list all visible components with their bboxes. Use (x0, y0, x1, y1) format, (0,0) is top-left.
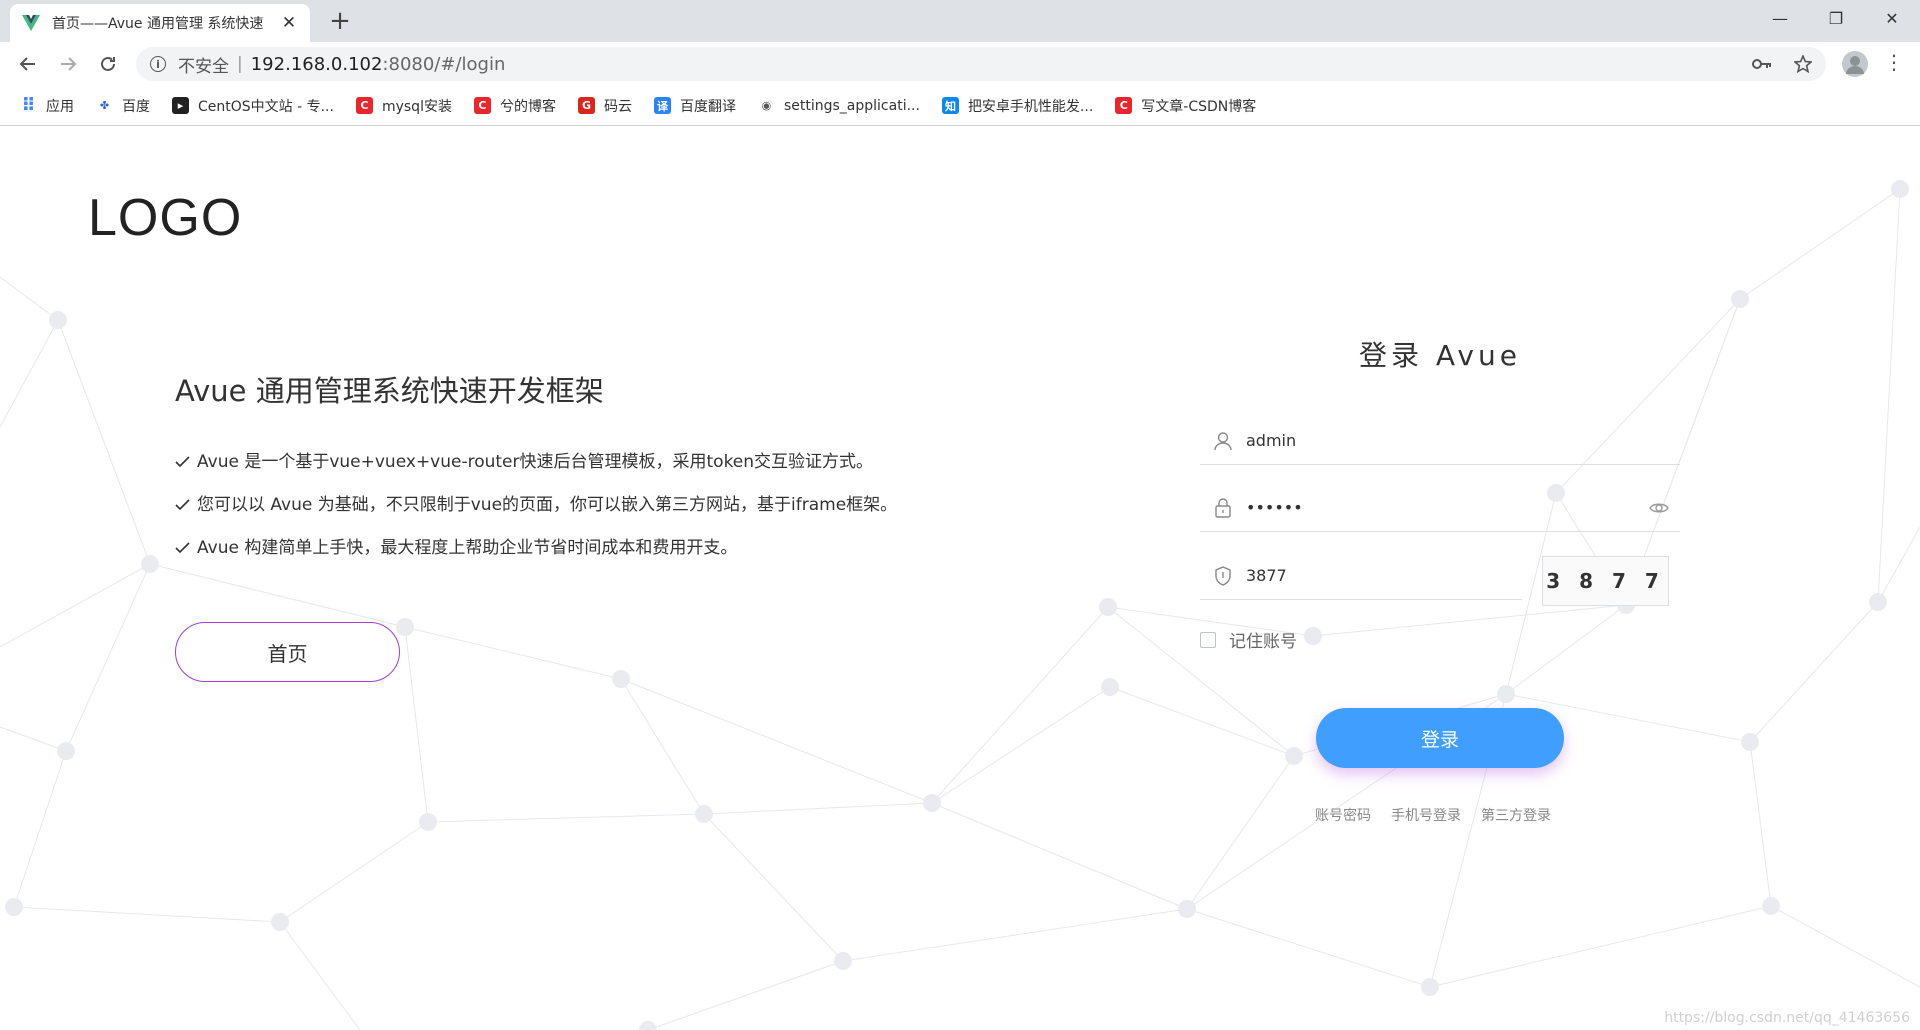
bookmark-label: 码云 (603, 98, 632, 115)
csdn-icon: C (355, 97, 373, 114)
bookmark-item[interactable]: 译百度翻译 (653, 96, 736, 116)
csdn-icon: C (1115, 97, 1133, 114)
check-icon (175, 456, 190, 468)
intro-item: Avue 是一个基于vue+vuex+vue-router快速后台管理模板，采用… (175, 452, 897, 495)
bookmark-label: 兮的博客 (499, 98, 556, 115)
bookmark-item[interactable]: Cmysql安装 (355, 96, 452, 116)
address-bar[interactable]: i 不安全 | 192.168.0.102 :8080/#/login (136, 47, 1826, 81)
intro-item-text: Avue 构建简单上手快，最大程度上帮助企业节省时间成本和费用开支。 (197, 538, 738, 558)
translate-icon: 译 (653, 97, 671, 114)
baidu-paw-icon: ✤ (99, 99, 110, 112)
login-method-links: 账号密码 手机号登录 第三方登录 (1315, 805, 1551, 825)
vue-logo-icon (22, 15, 40, 31)
watermark: https://blog.csdn.net/qq_41463656 (1664, 1010, 1910, 1026)
username-field[interactable] (1200, 417, 1680, 465)
restore-icon[interactable]: ❐ (1808, 0, 1864, 36)
bookmark-item[interactable]: C 兮的博客 (473, 96, 556, 116)
bookmark-label: 百度翻译 (679, 98, 736, 115)
browser-menu-icon[interactable]: ⋮ (1884, 50, 1904, 74)
username-input[interactable] (1246, 431, 1680, 450)
profile-avatar-icon[interactable] (1842, 51, 1868, 77)
show-password-icon[interactable] (1648, 497, 1670, 519)
intro-item: Avue 构建简单上手快，最大程度上帮助企业节省时间成本和费用开支。 (175, 538, 897, 581)
csdn-icon: C (473, 97, 491, 114)
link-account-password[interactable]: 账号密码 (1315, 805, 1371, 825)
bookmark-item[interactable]: ▸ CentOS中文站 - 专... (172, 96, 334, 116)
bookmark-label: 把安卓手机性能发... (967, 98, 1094, 115)
browser-tab-strip: 首页——Avue 通用管理 系统快速 ✕ + — ❐ ✕ (0, 0, 1920, 42)
captcha-image[interactable]: 3 8 7 7 (1542, 556, 1669, 606)
insecure-label: 不安全 (178, 56, 229, 77)
bookmark-label: CentOS中文站 - 专... (198, 98, 334, 115)
bookmark-star-icon[interactable] (1794, 55, 1812, 73)
bookmark-label: settings_applicati... (783, 97, 920, 114)
url-path: :8080/#/login (382, 53, 506, 75)
bookmarks-bar: ⠿ 应用 ✤ 百度 ▸ CentOS中文站 - 专... Cmysql安装 C 兮的博客 G 码云译… (0, 86, 1920, 126)
gitee-icon: G (577, 97, 595, 114)
link-third-party-login[interactable]: 第三方登录 (1481, 805, 1551, 825)
bookmark-item[interactable]: G 码云 (577, 96, 632, 116)
intro-item-text: 您可以以 Avue 为基础，不只限制于vue的页面，你可以嵌入第三方网站，基于i… (197, 495, 898, 515)
password-input[interactable] (1246, 498, 1648, 517)
check-icon (175, 499, 190, 511)
remember-checkbox[interactable] (1200, 631, 1216, 648)
intro-list: Avue 是一个基于vue+vuex+vue-router快速后台管理模板，采用… (175, 452, 897, 581)
window-controls: — ❐ ✕ (1752, 0, 1920, 36)
terminal-icon: ▸ (172, 97, 189, 114)
bookmark-item[interactable]: ⠿ 应用 (20, 95, 74, 116)
password-field[interactable] (1200, 484, 1680, 532)
intro-title: Avue 通用管理系统快速开发框架 (175, 374, 604, 408)
bookmark-label: 写文章-CSDN博客 (1141, 98, 1257, 115)
login-button[interactable]: 登录 (1316, 708, 1564, 768)
tab-title: 首页——Avue 通用管理 系统快速 (52, 16, 264, 32)
apps-grid-icon: ⠿ (21, 95, 36, 116)
lock-icon (1212, 497, 1234, 519)
login-title: 登录 Avue (1359, 339, 1521, 372)
captcha-input[interactable] (1246, 566, 1522, 585)
link-phone-login[interactable]: 手机号登录 (1391, 805, 1461, 825)
forward-icon[interactable] (54, 50, 82, 78)
minimize-icon[interactable]: — (1752, 0, 1808, 36)
url-separator: | (237, 54, 243, 74)
bookmark-item[interactable]: ✤ 百度 (96, 96, 150, 116)
back-icon[interactable] (14, 50, 42, 78)
browser-tab[interactable]: 首页——Avue 通用管理 系统快速 ✕ (10, 4, 310, 42)
url-host: 192.168.0.102 (250, 53, 383, 75)
bookmark-label: mysql安装 (381, 98, 452, 115)
reload-icon[interactable] (94, 50, 122, 78)
globe-icon: ◉ (761, 99, 772, 112)
check-icon (175, 542, 190, 554)
tab-close-icon[interactable]: ✕ (280, 13, 298, 33)
intro-item-text: Avue 是一个基于vue+vuex+vue-router快速后台管理模板，采用… (197, 452, 874, 472)
intro-item: 您可以以 Avue 为基础，不只限制于vue的页面，你可以嵌入第三方网站，基于i… (175, 495, 897, 538)
window-close-icon[interactable]: ✕ (1864, 0, 1920, 36)
new-tab-icon[interactable]: + (325, 6, 355, 36)
address-bar-actions (1752, 47, 1812, 81)
bookmark-item[interactable]: ◉ settings_applicati... (758, 97, 920, 114)
remember-account[interactable]: 记住账号 (1200, 627, 1297, 652)
bookmark-label: 百度 (122, 98, 150, 115)
key-icon[interactable] (1752, 58, 1772, 70)
bookmark-item[interactable]: C 写文章-CSDN博客 (1115, 96, 1256, 116)
zhihu-icon: 知 (941, 97, 959, 114)
remember-label: 记住账号 (1229, 632, 1297, 652)
user-icon (1212, 430, 1234, 452)
captcha-field[interactable] (1200, 552, 1522, 600)
bookmark-item[interactable]: 知把安卓手机性能发... (941, 96, 1094, 116)
login-page: LOGO Avue 通用管理系统快速开发框架 Avue 是一个基于vue+vue… (0, 127, 1920, 1030)
home-button[interactable]: 首页 (175, 622, 400, 682)
browser-toolbar: i 不安全 | 192.168.0.102 :8080/#/login ⋮ (0, 42, 1920, 86)
site-info-icon[interactable]: i (150, 56, 166, 72)
bookmark-label: 应用 (46, 98, 74, 115)
shield-icon (1212, 565, 1234, 587)
logo: LOGO (88, 189, 243, 247)
